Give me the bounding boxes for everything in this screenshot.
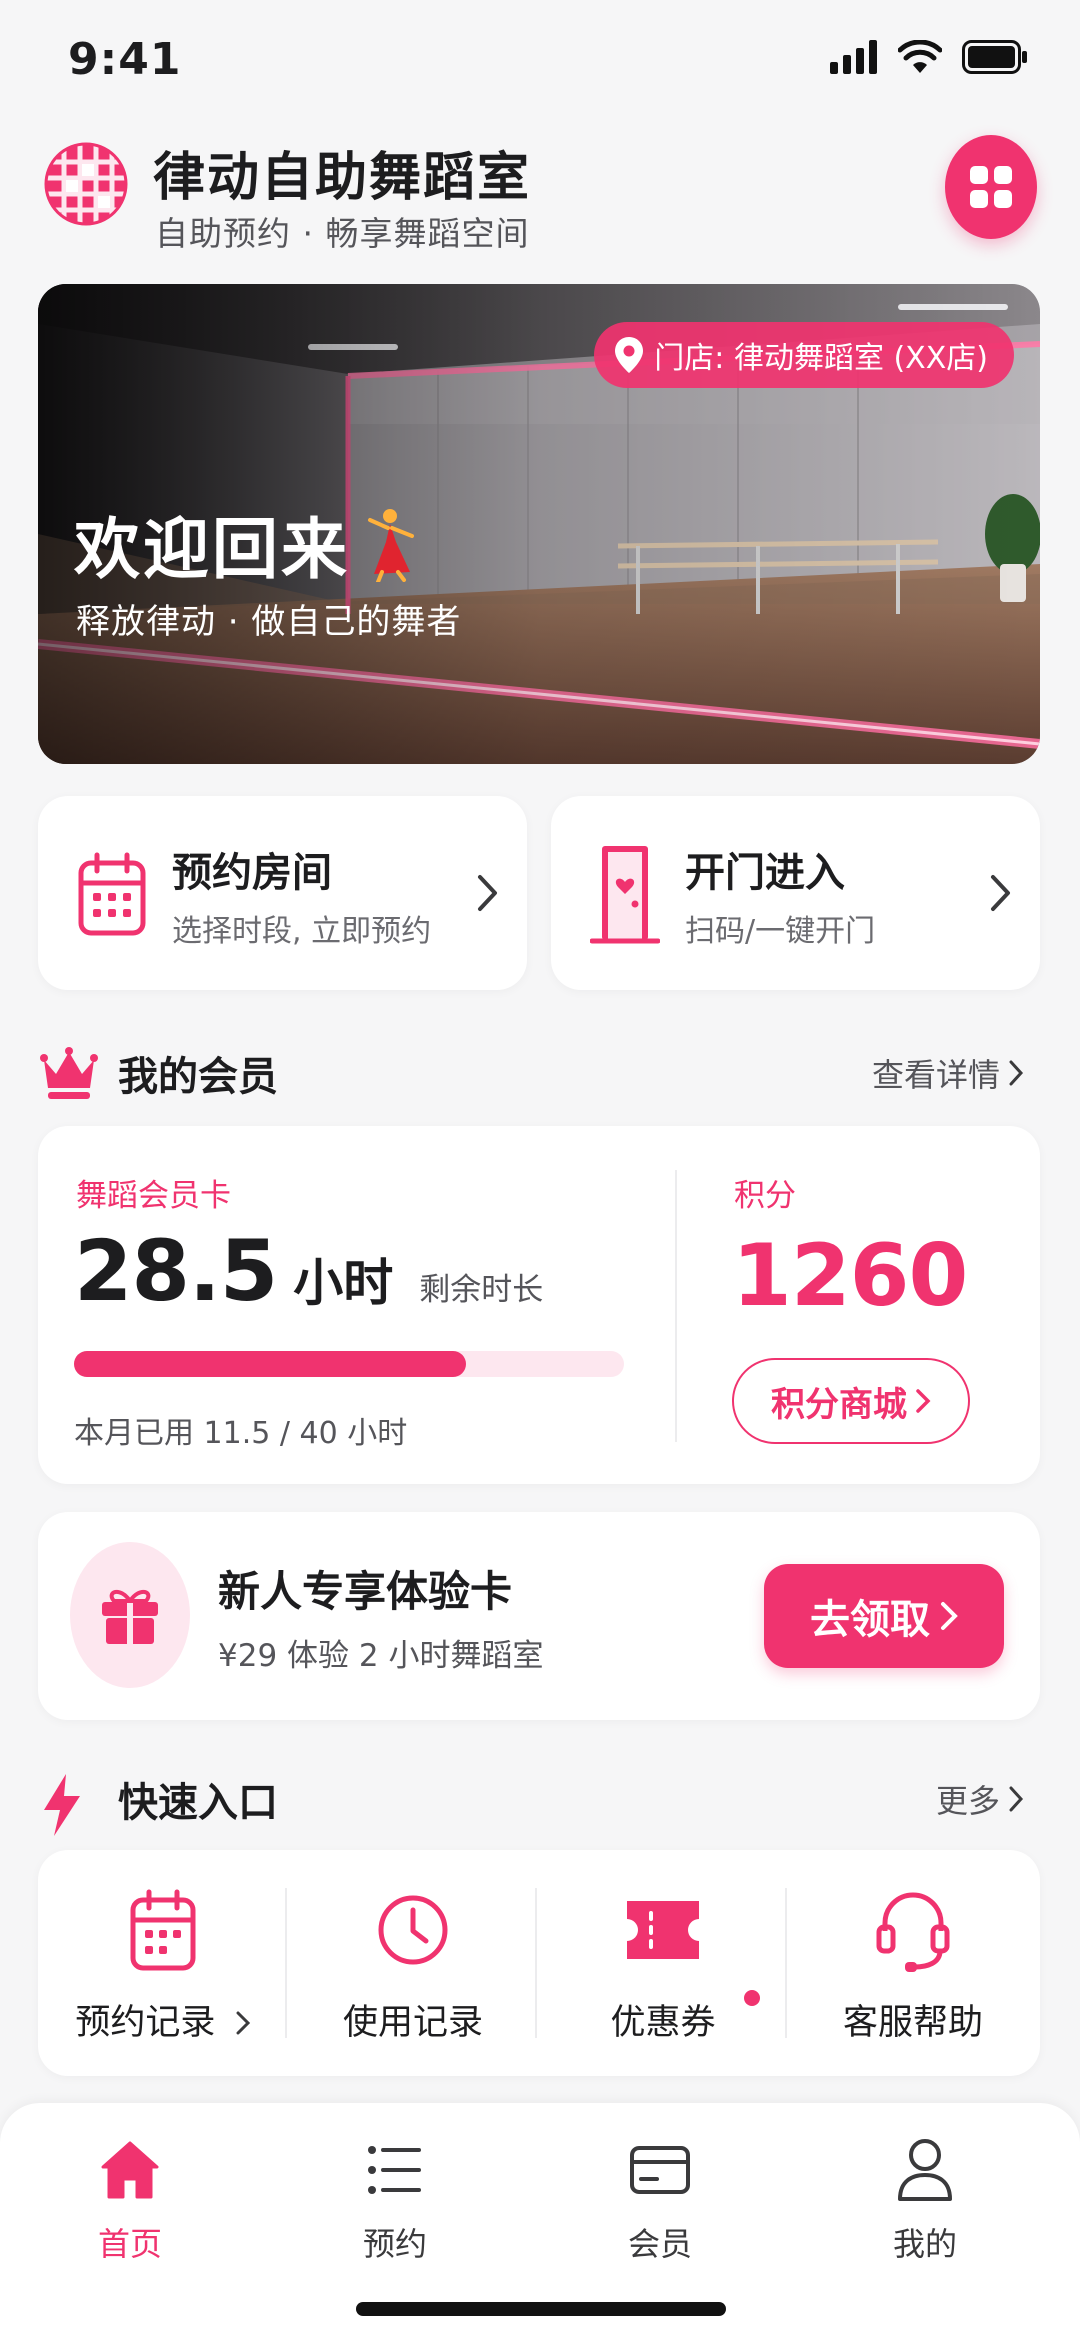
user-icon: [835, 2127, 1015, 2213]
crown-icon: [40, 1047, 98, 1099]
wifi-icon: [898, 40, 942, 73]
quick-item-coupons[interactable]: 优惠券: [538, 1850, 788, 2076]
chevron-right-icon: [1009, 1786, 1024, 1812]
book-room-subtitle: 选择时段, 立即预约: [172, 914, 432, 949]
notification-dot: [744, 1990, 760, 2006]
lightning-icon: [44, 1774, 80, 1836]
points-label: 积分: [734, 1178, 796, 1214]
quick-item-customer-service[interactable]: 客服帮助: [788, 1850, 1038, 2076]
app-subtitle: 自助预约 · 畅享舞蹈空间: [155, 214, 530, 253]
tab-booking[interactable]: 预约: [305, 2127, 485, 2267]
welcome-banner[interactable]: 门店: 律动舞蹈室 (XX店) 欢迎回来 释放律动 · 做自己的舞者: [38, 284, 1040, 764]
open-door-title: 开门进入: [685, 850, 845, 896]
divider: [785, 1888, 787, 2038]
quick-entry-card: 预约记录 使用记录 优惠券 客服帮助: [38, 1850, 1040, 2076]
status-icons: [830, 40, 1028, 74]
claim-button[interactable]: 去领取: [764, 1564, 1004, 1668]
newcomer-trial-card: 新人专享体验卡 ¥29 体验 2 小时舞蹈室 去领取: [38, 1512, 1040, 1720]
chevron-right-icon: [478, 875, 497, 911]
location-pin-icon: [615, 337, 644, 373]
member-card-label: 舞蹈会员卡: [76, 1178, 231, 1214]
headset-icon: [873, 1886, 953, 1974]
tab-profile[interactable]: 我的: [835, 2127, 1015, 2267]
points-value: 1260: [732, 1226, 968, 1326]
divider: [675, 1170, 677, 1442]
open-door-subtitle: 扫码/一键开门: [685, 914, 876, 949]
usage-text: 本月已用 11.5 / 40 小时: [74, 1416, 408, 1451]
membership-section-header: 我的会员 查看详情: [0, 1036, 1080, 1106]
banner-subtitle: 释放律动 · 做自己的舞者: [76, 602, 462, 642]
store-location-pill[interactable]: 门店: 律动舞蹈室 (XX店): [594, 322, 1014, 388]
tab-membership[interactable]: 会员: [570, 2127, 750, 2267]
clock-icon: [373, 1886, 453, 1974]
chevron-right-icon: [236, 2011, 250, 2035]
tab-home[interactable]: 首页: [40, 2127, 220, 2267]
quick-item-usage-records[interactable]: 使用记录: [288, 1850, 538, 2076]
chevron-right-icon: [941, 1602, 958, 1630]
dancer-icon: [368, 509, 414, 582]
book-room-title: 预约房间: [172, 850, 332, 896]
membership-section-title: 我的会员: [118, 1054, 278, 1100]
grid-icon: [970, 166, 1012, 208]
home-icon: [40, 2127, 220, 2213]
book-room-card[interactable]: 预约房间 选择时段, 立即预约: [38, 796, 527, 990]
app-header: 律动自助舞蹈室 自助预约 · 畅享舞蹈空间: [0, 125, 1080, 265]
door-icon: [585, 842, 665, 946]
calendar-icon: [72, 842, 152, 946]
points-mall-button[interactable]: 积分商城: [732, 1358, 970, 1444]
home-indicator: [356, 2302, 726, 2316]
hours-unit: 小时: [293, 1254, 394, 1312]
view-details-link[interactable]: 查看详情: [872, 1050, 1024, 1096]
chevron-right-icon: [1009, 1060, 1024, 1086]
divider: [285, 1888, 287, 2038]
open-door-card[interactable]: 开门进入 扫码/一键开门: [551, 796, 1040, 990]
membership-card: 舞蹈会员卡 28.5 小时 剩余时长 本月已用 11.5 / 40 小时 积分 …: [38, 1126, 1040, 1484]
calendar-icon: [123, 1886, 203, 1974]
store-name: 门店: 律动舞蹈室 (XX店): [654, 341, 988, 376]
grid-menu-button[interactable]: [945, 135, 1037, 239]
quick-item-booking-records[interactable]: 预约记录: [38, 1850, 288, 2076]
usage-progress-bar: [74, 1351, 624, 1377]
hours-value: 28.5: [74, 1222, 278, 1320]
banner-title: 欢迎回来: [74, 496, 420, 592]
signal-icon: [830, 40, 877, 74]
quick-item-label: 使用记录: [342, 2003, 483, 2043]
status-bar: 9:41: [0, 0, 1080, 120]
usage-progress-fill: [74, 1351, 466, 1377]
chevron-right-icon: [916, 1389, 931, 1413]
remaining-hours: 28.5 小时 剩余时长: [74, 1222, 543, 1320]
trial-card-title: 新人专享体验卡: [218, 1567, 513, 1616]
disco-ball-logo-icon: [42, 140, 130, 228]
quick-item-label: 预约记录: [38, 1994, 288, 2045]
quick-item-label: 客服帮助: [842, 2003, 983, 2043]
battery-icon: [962, 40, 1027, 74]
hours-note: 剩余时长: [419, 1272, 544, 1308]
quick-entry-section-title: 快速入口: [118, 1780, 278, 1826]
trial-card-subtitle: ¥29 体验 2 小时舞蹈室: [218, 1638, 544, 1674]
list-icon: [305, 2127, 485, 2213]
ticket-icon: [623, 1886, 703, 1974]
status-time: 9:41: [68, 34, 182, 85]
gift-icon: [70, 1542, 190, 1688]
quick-entry-section-header: 快速入口 更多: [0, 1762, 1080, 1836]
app-title: 律动自助舞蹈室: [153, 148, 532, 208]
more-link[interactable]: 更多: [936, 1776, 1024, 1822]
card-icon: [570, 2127, 750, 2213]
divider: [535, 1888, 537, 2038]
chevron-right-icon: [991, 875, 1010, 911]
